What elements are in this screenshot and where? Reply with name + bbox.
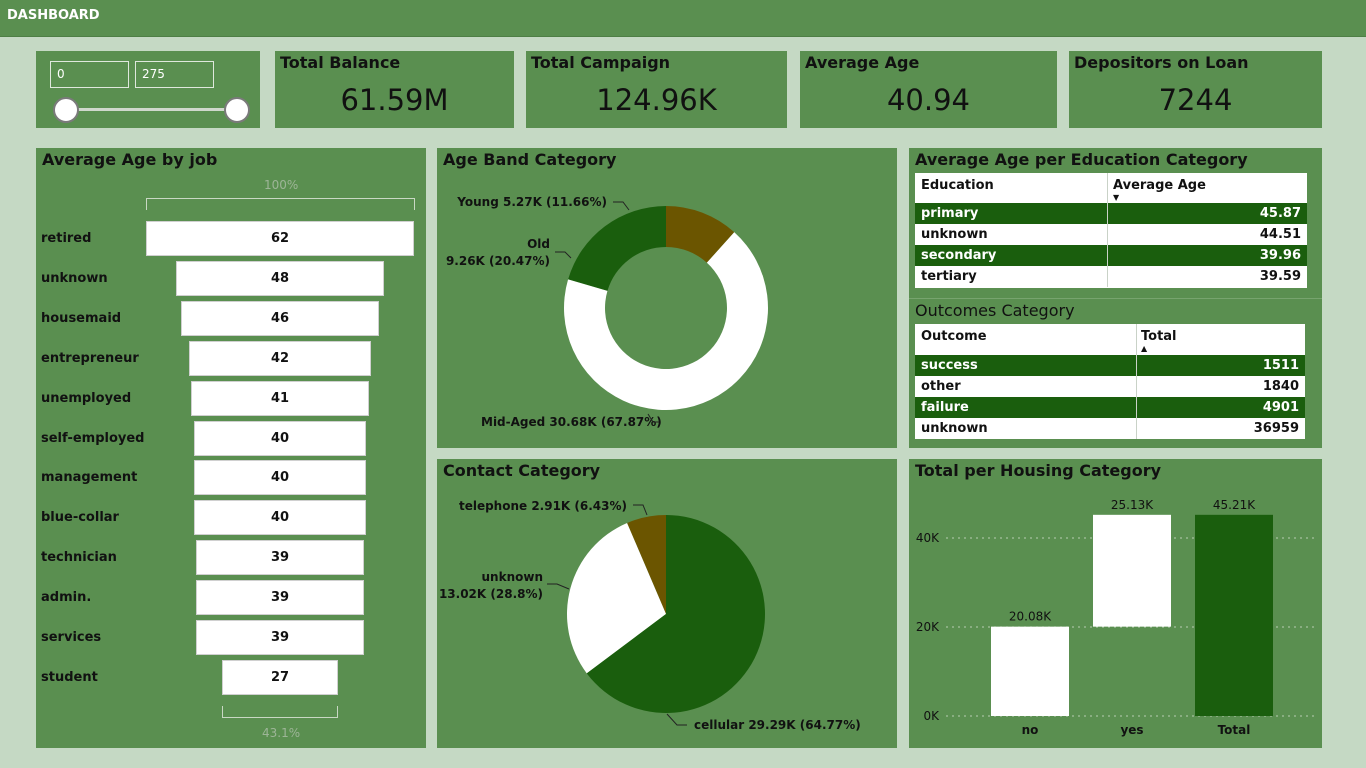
housing-category-panel: Total per Housing Category 0K 20K 40K 20.08… xyxy=(909,459,1322,748)
outcomes-divider xyxy=(909,298,1322,299)
table-row[interactable]: unknown 36959 xyxy=(915,418,1305,439)
funnel-top-bracket xyxy=(146,198,415,210)
funnel-category-label: student xyxy=(41,669,98,685)
col-header-average-age[interactable]: Average Age xyxy=(1113,178,1206,193)
panel-title: Average Age per Education Category xyxy=(915,150,1248,169)
x-tick-label: Total xyxy=(1218,723,1251,737)
waterfall-bar-no[interactable] xyxy=(991,626,1069,716)
waterfall-bar-yes[interactable] xyxy=(1093,514,1171,627)
outcomes-title: Outcomes Category xyxy=(915,301,1075,320)
dashboard-title: DASHBOARD xyxy=(7,8,100,23)
telephone-label: telephone 2.91K (6.43%) xyxy=(459,499,627,513)
funnel-category-label: entrepreneur xyxy=(41,350,139,366)
funnel-bar[interactable]: 39 xyxy=(195,540,365,576)
education-table-header: Education Average Age ▼ xyxy=(915,173,1307,205)
funnel-bar[interactable]: 39 xyxy=(195,620,365,655)
funnel-category-label: blue-collar xyxy=(41,510,119,526)
young-label: Young 5.27K (11.66%) xyxy=(456,195,607,209)
cellular-label: cellular 29.29K (64.77%) xyxy=(694,718,861,732)
funnel-bar[interactable]: 40 xyxy=(193,460,367,496)
unknown-label-name: unknown xyxy=(482,570,543,584)
funnel-bar[interactable]: 48 xyxy=(176,260,384,296)
funnel-category-label: housemaid xyxy=(41,310,122,326)
y-tick-label: 40K xyxy=(916,531,940,545)
funnel-bottom-percent: 43.1% xyxy=(262,726,301,740)
table-row[interactable]: success 1511 xyxy=(915,355,1305,376)
old-label-value: 9.26K (20.47%) xyxy=(446,254,550,268)
table-row[interactable]: tertiary 39.59 xyxy=(915,266,1307,287)
col-header-education[interactable]: Education xyxy=(921,178,994,193)
card-title: Depositors on Loan xyxy=(1074,53,1249,72)
total-balance-card: Total Balance 61.59M xyxy=(275,51,514,128)
funnel-bar[interactable]: 42 xyxy=(189,340,371,376)
funnel-category-label: management xyxy=(41,470,138,486)
bar-data-label: 20.08K xyxy=(1009,610,1052,624)
range-slider-min-handle[interactable] xyxy=(53,97,79,123)
contact-category-panel: Contact Category telephone 2.91K (6.43%)… xyxy=(437,459,897,748)
funnel-bar[interactable]: 40 xyxy=(193,500,367,536)
card-value: 40.94 xyxy=(886,83,971,117)
panel-title: Average Age by job xyxy=(42,150,218,169)
age-band-category-panel: Age Band Category Young 5.27K (11.66%) O… xyxy=(437,148,897,448)
average-age-card: Average Age 40.94 xyxy=(800,51,1057,128)
sort-desc-icon[interactable]: ▼ xyxy=(1113,193,1119,202)
bar-data-label: 25.13K xyxy=(1111,498,1154,512)
x-tick-label: no xyxy=(1022,723,1039,737)
average-age-by-job-panel: Average Age by job 100% retired 62 unknown… xyxy=(36,148,426,748)
bar-data-label: 45.21K xyxy=(1213,498,1256,512)
funnel-category-label: unknown xyxy=(41,270,108,286)
y-tick-label: 20K xyxy=(916,620,940,634)
funnel-bar[interactable]: 40 xyxy=(193,420,367,456)
funnel-bar[interactable]: 39 xyxy=(195,580,365,616)
contact-pie-chart: telephone 2.91K (6.43%) unknown 13.02K (… xyxy=(439,499,861,732)
range-slider-max-handle[interactable] xyxy=(224,97,250,123)
education-table: Education Average Age ▼ primary 45.87 un… xyxy=(915,173,1307,288)
education-outcome-panel: Average Age per Education Category Educa… xyxy=(909,148,1322,448)
card-title: Total Campaign xyxy=(531,53,671,72)
table-row[interactable]: primary 45.87 xyxy=(915,203,1307,224)
table-row[interactable]: secondary 39.96 xyxy=(915,245,1307,266)
x-tick-label: yes xyxy=(1120,723,1143,737)
funnel-top-percent: 100% xyxy=(264,178,299,192)
y-tick-label: 0K xyxy=(923,709,940,723)
housing-waterfall-chart: 0K 20K 40K 20.08K no 25.13K yes 45.21K Total xyxy=(916,498,1314,737)
funnel-category-label: services xyxy=(41,630,102,645)
funnel-category-label: admin. xyxy=(41,590,92,606)
funnel-category-label: self-employed xyxy=(41,430,145,446)
table-row[interactable]: other 1840 xyxy=(915,376,1305,397)
card-value: 7244 xyxy=(1158,83,1233,117)
outcomes-table-header: Outcome Total ▲ xyxy=(915,324,1305,356)
age-band-donut-chart: Young 5.27K (11.66%) Old 9.26K (20.47%) … xyxy=(446,195,768,429)
funnel-bar[interactable]: 62 xyxy=(146,221,414,256)
card-title: Total Balance xyxy=(280,53,401,72)
funnel-category-label: retired xyxy=(41,231,92,246)
table-row[interactable]: unknown 44.51 xyxy=(915,224,1307,245)
funnel-category-label: unemployed xyxy=(41,390,132,406)
range-max-input[interactable]: 275 xyxy=(135,61,214,88)
sort-asc-icon[interactable]: ▲ xyxy=(1141,344,1147,353)
total-campaign-card: Total Campaign 124.96K xyxy=(526,51,787,128)
card-value: 124.96K xyxy=(596,83,717,117)
range-slider-track[interactable] xyxy=(66,108,238,111)
funnel-bar[interactable]: 46 xyxy=(180,300,380,336)
pie-slice-Old[interactable] xyxy=(568,206,666,291)
unknown-label-value: 13.02K (28.8%) xyxy=(439,587,543,601)
funnel-bar[interactable]: 27 xyxy=(221,659,339,695)
col-header-total[interactable]: Total xyxy=(1141,329,1177,344)
col-header-outcome[interactable]: Outcome xyxy=(921,329,987,344)
outcomes-table: Outcome Total ▲ success 1511 other 1840 … xyxy=(915,324,1305,439)
old-label-name: Old xyxy=(527,237,550,251)
card-value: 61.59M xyxy=(340,83,449,117)
range-min-input[interactable]: 0 xyxy=(50,61,129,88)
depositors-on-loan-card: Depositors on Loan 7244 xyxy=(1069,51,1322,128)
card-title: Average Age xyxy=(805,53,920,72)
title-bar xyxy=(0,0,1366,37)
funnel-bar[interactable]: 41 xyxy=(191,380,369,416)
funnel-category-label: technician xyxy=(41,550,117,566)
mid-aged-label: Mid-Aged 30.68K (67.87%) xyxy=(481,415,662,429)
funnel-bottom-bracket xyxy=(221,706,339,718)
table-row[interactable]: failure 4901 xyxy=(915,397,1305,418)
waterfall-bar-total[interactable] xyxy=(1195,514,1273,716)
